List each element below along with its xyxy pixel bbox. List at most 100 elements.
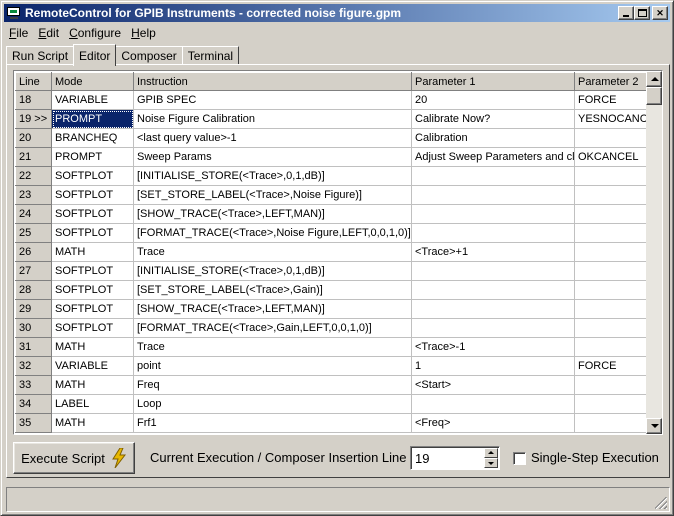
- parameter2-cell[interactable]: [574, 375, 647, 395]
- mode-cell[interactable]: SOFTPLOT: [51, 204, 134, 224]
- instruction-cell[interactable]: [INITIALISE_STORE(<Trace>,0,1,dB)]: [133, 261, 412, 281]
- parameter1-cell[interactable]: Adjust Sweep Parameters and click OK: [411, 147, 575, 167]
- table-row[interactable]: 29 SOFTPLOT [SHOW_TRACE(<Trace>,LEFT,MAN)]: [15, 299, 647, 319]
- parameter1-cell[interactable]: [411, 299, 575, 319]
- instruction-cell[interactable]: [FORMAT_TRACE(<Trace>,Gain,LEFT,0,0,1,0)…: [133, 318, 412, 338]
- mode-cell[interactable]: PROMPT: [51, 109, 134, 129]
- table-row[interactable]: 18 VARIABLE GPIB SPEC 20 FORCE: [15, 90, 647, 110]
- table-row[interactable]: 32 VARIABLE point 1 FORCE: [15, 356, 647, 376]
- table-row[interactable]: 35 MATH Frf1 <Freq>: [15, 413, 647, 433]
- table-row[interactable]: 36: [15, 432, 647, 433]
- mode-cell[interactable]: MATH: [51, 413, 134, 433]
- parameter2-cell[interactable]: [574, 223, 647, 243]
- insertion-line-spinner[interactable]: 19: [410, 446, 500, 470]
- line-cell[interactable]: 30: [15, 318, 52, 338]
- instruction-cell[interactable]: Loop: [133, 394, 412, 414]
- parameter2-cell[interactable]: [574, 128, 647, 148]
- grid-vertical-scrollbar[interactable]: [646, 71, 662, 434]
- line-cell[interactable]: 24: [15, 204, 52, 224]
- line-cell[interactable]: 21: [15, 147, 52, 167]
- table-row[interactable]: 25 SOFTPLOT [FORMAT_TRACE(<Trace>,Noise Fi…: [15, 223, 647, 243]
- instruction-cell[interactable]: [SET_STORE_LABEL(<Trace>,Gain)]: [133, 280, 412, 300]
- parameter1-cell[interactable]: Calibrate Now?: [411, 109, 575, 129]
- line-cell[interactable]: 32: [15, 356, 52, 376]
- mode-cell[interactable]: SOFTPLOT: [51, 261, 134, 281]
- parameter2-cell[interactable]: [574, 185, 647, 205]
- script-grid[interactable]: Line Mode Instruction Parameter 1 Parameter …: [13, 70, 663, 435]
- instruction-cell[interactable]: Trace: [133, 337, 412, 357]
- tab-terminal[interactable]: Terminal: [181, 46, 240, 65]
- line-cell[interactable]: 34: [15, 394, 52, 414]
- mode-cell[interactable]: LABEL: [51, 394, 134, 414]
- table-row[interactable]: 21 PROMPT Sweep Params Adjust Sweep Paramet…: [15, 147, 647, 167]
- table-row[interactable]: 30 SOFTPLOT [FORMAT_TRACE(<Trace>,Gain,LEF…: [15, 318, 647, 338]
- column-header-line[interactable]: Line: [15, 72, 52, 91]
- column-header-parameter-2[interactable]: Parameter 2: [574, 72, 647, 91]
- menu-file[interactable]: File: [4, 26, 33, 40]
- instruction-cell[interactable]: <last query value>-1: [133, 128, 412, 148]
- instruction-cell[interactable]: Trace: [133, 242, 412, 262]
- table-row[interactable]: 28 SOFTPLOT [SET_STORE_LABEL(<Trace>,Gain)…: [15, 280, 647, 300]
- parameter2-cell[interactable]: FORCE: [574, 90, 647, 110]
- column-header-instruction[interactable]: Instruction: [133, 72, 412, 91]
- mode-cell[interactable]: VARIABLE: [51, 90, 134, 110]
- parameter2-cell[interactable]: FORCE: [574, 356, 647, 376]
- mode-cell[interactable]: BRANCHEQ: [51, 128, 134, 148]
- table-row[interactable]: 34 LABEL Loop: [15, 394, 647, 414]
- close-button[interactable]: ✕: [652, 6, 668, 20]
- parameter2-cell[interactable]: [574, 280, 647, 300]
- parameter2-cell[interactable]: [574, 337, 647, 357]
- tab-editor[interactable]: Editor: [73, 44, 117, 66]
- line-cell[interactable]: 29: [15, 299, 52, 319]
- instruction-cell[interactable]: Frf1: [133, 413, 412, 433]
- mode-cell[interactable]: SOFTPLOT: [51, 318, 134, 338]
- table-row[interactable]: 20 BRANCHEQ <last query value>-1 Calibratio…: [15, 128, 647, 148]
- parameter2-cell[interactable]: [574, 166, 647, 186]
- mode-cell[interactable]: SOFTPLOT: [51, 223, 134, 243]
- instruction-cell[interactable]: GPIB SPEC: [133, 90, 412, 110]
- parameter1-cell[interactable]: 1: [411, 356, 575, 376]
- parameter2-cell[interactable]: [574, 432, 647, 433]
- parameter1-cell[interactable]: [411, 280, 575, 300]
- title-bar[interactable]: RemoteControl for GPIB Instruments - cor…: [4, 4, 670, 22]
- minimize-button[interactable]: [618, 6, 634, 20]
- instruction-cell[interactable]: point: [133, 356, 412, 376]
- parameter1-cell[interactable]: [411, 318, 575, 338]
- parameter1-cell[interactable]: <Freq>: [411, 413, 575, 433]
- mode-cell[interactable]: SOFTPLOT: [51, 166, 134, 186]
- parameter1-cell[interactable]: <Start>: [411, 375, 575, 395]
- table-row[interactable]: 31 MATH Trace <Trace>-1: [15, 337, 647, 357]
- parameter2-cell[interactable]: [574, 242, 647, 262]
- parameter2-cell[interactable]: [574, 394, 647, 414]
- menu-help[interactable]: Help: [126, 26, 161, 40]
- column-header-mode[interactable]: Mode: [51, 72, 134, 91]
- table-row[interactable]: 19 >> PROMPT Noise Figure Calibration Calib…: [15, 109, 647, 129]
- line-cell[interactable]: 19 >>: [15, 109, 52, 129]
- line-cell[interactable]: 23: [15, 185, 52, 205]
- line-cell[interactable]: 25: [15, 223, 52, 243]
- table-row[interactable]: 22 SOFTPLOT [INITIALISE_STORE(<Trace>,0,1,…: [15, 166, 647, 186]
- table-row[interactable]: 24 SOFTPLOT [SHOW_TRACE(<Trace>,LEFT,MAN)]: [15, 204, 647, 224]
- instruction-cell[interactable]: Freq: [133, 375, 412, 395]
- parameter1-cell[interactable]: [411, 185, 575, 205]
- mode-cell[interactable]: SOFTPLOT: [51, 185, 134, 205]
- line-cell[interactable]: 18: [15, 90, 52, 110]
- parameter1-cell[interactable]: [411, 394, 575, 414]
- single-step-label[interactable]: Single-Step Execution: [531, 450, 659, 465]
- line-cell[interactable]: 36: [15, 432, 52, 433]
- mode-cell[interactable]: MATH: [51, 337, 134, 357]
- instruction-cell[interactable]: [FORMAT_TRACE(<Trace>,Noise Figure,LEFT,…: [133, 223, 412, 243]
- line-cell[interactable]: 22: [15, 166, 52, 186]
- parameter2-cell[interactable]: [574, 318, 647, 338]
- column-header-parameter-1[interactable]: Parameter 1: [411, 72, 575, 91]
- line-cell[interactable]: 26: [15, 242, 52, 262]
- scroll-down-button[interactable]: [646, 418, 662, 434]
- mode-cell[interactable]: MATH: [51, 242, 134, 262]
- mode-cell[interactable]: [51, 432, 134, 433]
- resize-grip-icon[interactable]: [655, 497, 667, 509]
- single-step-checkbox[interactable]: [513, 452, 526, 465]
- parameter1-cell[interactable]: Calibration: [411, 128, 575, 148]
- parameter2-cell[interactable]: OKCANCEL: [574, 147, 647, 167]
- parameter1-cell[interactable]: <Trace>+1: [411, 242, 575, 262]
- parameter2-cell[interactable]: [574, 204, 647, 224]
